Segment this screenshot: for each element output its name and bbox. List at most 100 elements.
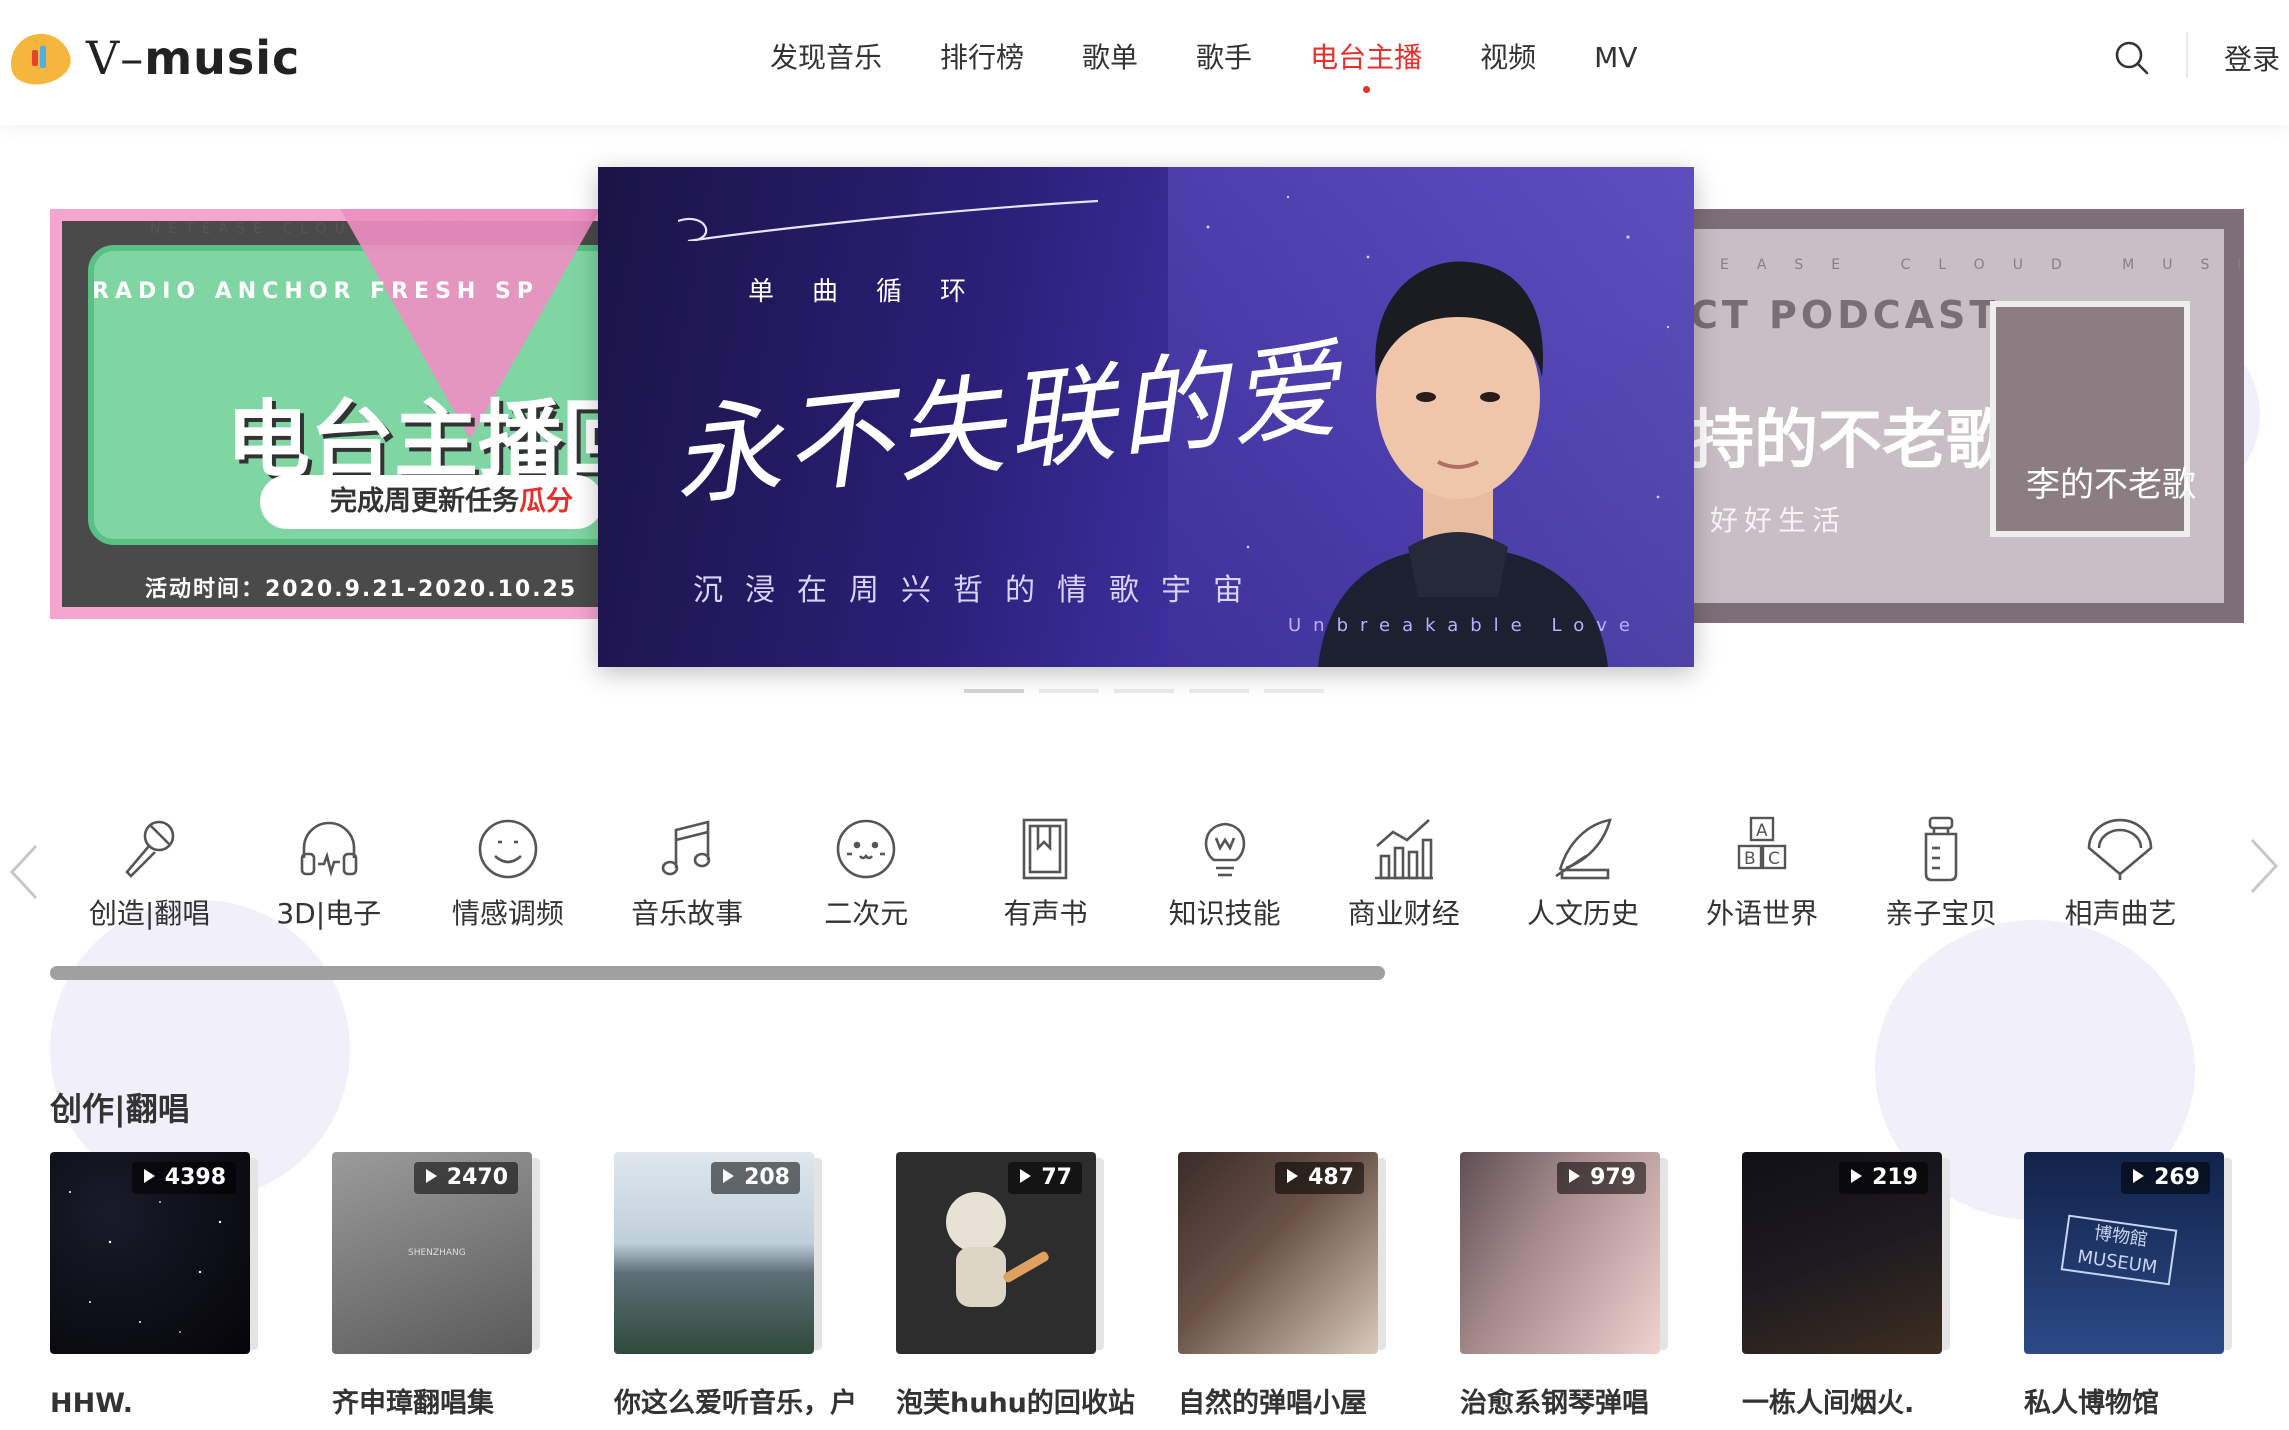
card-cover[interactable]: SHENZHANG 2470 xyxy=(332,1152,532,1354)
radio-card[interactable]: 4398 HHW. xyxy=(50,1152,332,1419)
carousel-dot[interactable] xyxy=(1039,689,1099,693)
card-title[interactable]: 自然的弹唱小屋 xyxy=(1178,1382,1438,1426)
banner-pill: 完成周更新任务瓜分 xyxy=(260,475,603,529)
chevron-left-icon[interactable] xyxy=(6,840,42,904)
banner-english-title: Unbreakable Love xyxy=(1288,615,1642,636)
category-label: 相声曲艺 xyxy=(2064,897,2177,930)
svg-text:B: B xyxy=(1744,849,1756,869)
carousel-dot[interactable] xyxy=(1264,689,1324,693)
radio-card[interactable]: 77 泡芙huhu的回收站 xyxy=(896,1152,1178,1419)
category-electronic[interactable]: 3D|电子 xyxy=(239,812,418,942)
category-label: 情感调频 xyxy=(451,897,564,930)
main-nav: 发现音乐 排行榜 歌单 歌手 电台主播 视频 MV xyxy=(770,0,1695,115)
carousel-dots xyxy=(964,689,1339,693)
play-count-badge: 208 xyxy=(711,1162,800,1194)
category-business[interactable]: 商业财经 xyxy=(1314,812,1493,942)
card-title[interactable]: 齐申璋翻唱集 xyxy=(332,1382,592,1426)
banner-right-subtitle: 好好生活 xyxy=(1710,504,1847,537)
nav-item-charts[interactable]: 排行榜 xyxy=(940,0,1024,115)
card-cover[interactable]: 4398 xyxy=(50,1152,250,1354)
radio-card[interactable]: 487 自然的弹唱小屋 xyxy=(1178,1152,1460,1419)
chevron-right-icon[interactable] xyxy=(2246,834,2282,898)
nav-item-radio[interactable]: 电台主播 xyxy=(1310,0,1422,115)
nav-item-video[interactable]: 视频 xyxy=(1480,0,1536,115)
card-cover[interactable]: 77 xyxy=(896,1152,1096,1354)
category-row: 创造|翻唱 3D|电子 情感调频 音乐故事 二次元 有声书 知识技能 商业财经 … xyxy=(60,812,2210,942)
play-icon xyxy=(1020,1169,1032,1183)
card-title[interactable]: 治愈系钢琴弹唱 xyxy=(1460,1382,1720,1426)
radio-card[interactable]: 979 治愈系钢琴弹唱 xyxy=(1460,1152,1742,1419)
header-divider xyxy=(2186,32,2188,78)
nav-item-discover[interactable]: 发现音乐 xyxy=(770,0,882,115)
card-cover[interactable]: 博物館 MUSEUM 269 xyxy=(2024,1152,2224,1354)
logo-text: V–music xyxy=(86,31,301,85)
play-icon xyxy=(1851,1169,1863,1183)
category-kids[interactable]: 亲子宝贝 xyxy=(1852,812,2031,942)
category-label: 亲子宝贝 xyxy=(1885,897,1998,930)
carousel-dot[interactable] xyxy=(1114,689,1174,693)
category-music-story[interactable]: 音乐故事 xyxy=(598,812,777,942)
lightbulb-icon xyxy=(1204,822,1245,877)
category-label: 音乐故事 xyxy=(631,897,744,930)
card-title[interactable]: 你这么爱听音乐，户一打回 xyxy=(614,1382,874,1430)
abc-blocks-icon: A B C xyxy=(1737,816,1787,870)
nav-item-mv[interactable]: MV xyxy=(1594,0,1637,115)
play-icon xyxy=(2133,1169,2145,1183)
microphone-icon xyxy=(124,820,174,878)
play-count-badge: 4398 xyxy=(131,1162,236,1194)
category-audiobook[interactable]: 有声书 xyxy=(956,812,1135,942)
radio-card[interactable]: SHENZHANG 2470 齐申璋翻唱集 xyxy=(332,1152,614,1419)
category-crosstalk[interactable]: 相声曲艺 xyxy=(2031,812,2210,942)
svg-text:C: C xyxy=(1768,849,1780,869)
carousel-dot[interactable] xyxy=(1189,689,1249,693)
radio-card[interactable]: 219 一栋人间烟火. xyxy=(1742,1152,2024,1419)
category-label: 商业财经 xyxy=(1347,897,1460,930)
play-icon xyxy=(1287,1169,1299,1183)
nav-item-artists[interactable]: 歌手 xyxy=(1196,0,1252,115)
logo-icon xyxy=(5,28,75,90)
cover-text: SHENZHANG xyxy=(408,1248,466,1258)
banner-right-cover: 李的不老歌 xyxy=(1990,301,2196,537)
card-cover[interactable]: 219 xyxy=(1742,1152,1942,1354)
category-anime[interactable]: 二次元 xyxy=(777,812,956,942)
radio-card[interactable]: 博物館 MUSEUM 269 私人博物馆 xyxy=(2024,1152,2289,1419)
card-title[interactable]: 一栋人间烟火. xyxy=(1742,1382,2002,1426)
category-label: 人文历史 xyxy=(1526,897,1639,930)
banner-right-title: 持的不老歌 xyxy=(1690,404,2010,478)
play-count-badge: 979 xyxy=(1557,1162,1646,1194)
category-cover[interactable]: 创造|翻唱 xyxy=(60,812,239,942)
category-label: 3D|电子 xyxy=(276,897,382,930)
banner-small-label: RADIO ANCHOR FRESH SP xyxy=(92,279,539,304)
play-count-badge: 77 xyxy=(1008,1162,1082,1194)
banner-slide-prev[interactable]: NETEASE CLOUD MUSIC RADIO ANCHOR FRESH S… xyxy=(50,209,610,619)
play-icon xyxy=(425,1169,437,1183)
card-title[interactable]: HHW. xyxy=(50,1382,310,1426)
museum-sign: 博物館 MUSEUM xyxy=(2060,1214,2178,1286)
section-title: 创作|翻唱 xyxy=(50,1090,190,1128)
fan-icon xyxy=(2088,818,2153,880)
card-title[interactable]: 泡芙huhu的回收站 xyxy=(896,1382,1156,1426)
category-language[interactable]: A B C 外语世界 xyxy=(1673,812,1852,942)
search-icon[interactable] xyxy=(2112,38,2152,78)
quill-icon xyxy=(1555,818,1612,880)
category-scrollbar[interactable] xyxy=(50,966,1385,980)
card-title[interactable]: 私人博物馆 xyxy=(2024,1382,2284,1426)
swoosh-line xyxy=(678,199,1098,241)
banner-slide-current[interactable]: 单曲循环 永不失联的爱 沉浸在周兴哲的情歌宇宙 Unbreakable Love xyxy=(598,167,1694,667)
category-label: 知识技能 xyxy=(1168,897,1281,930)
category-label: 二次元 xyxy=(824,897,909,930)
play-icon xyxy=(1569,1169,1581,1183)
card-cover[interactable]: 979 xyxy=(1460,1152,1660,1354)
radio-card[interactable]: 208 你这么爱听音乐，户一打回 xyxy=(614,1152,896,1419)
book-icon xyxy=(1023,818,1068,880)
login-button[interactable]: 登录 xyxy=(2224,38,2280,78)
card-cover[interactable]: 487 xyxy=(1178,1152,1378,1354)
category-knowledge[interactable]: 知识技能 xyxy=(1135,812,1314,942)
category-history[interactable]: 人文历史 xyxy=(1493,812,1672,942)
card-cover[interactable]: 208 xyxy=(614,1152,814,1354)
nav-item-playlists[interactable]: 歌单 xyxy=(1082,0,1138,115)
carousel-dot[interactable] xyxy=(964,689,1024,693)
banner-slide-next[interactable]: EASE CLOUD MUSIC CT PODCAST 持的不老歌 好好生活 李… xyxy=(1660,209,2244,623)
category-emotion[interactable]: 情感调频 xyxy=(418,812,597,942)
logo[interactable]: V–music xyxy=(5,28,301,90)
